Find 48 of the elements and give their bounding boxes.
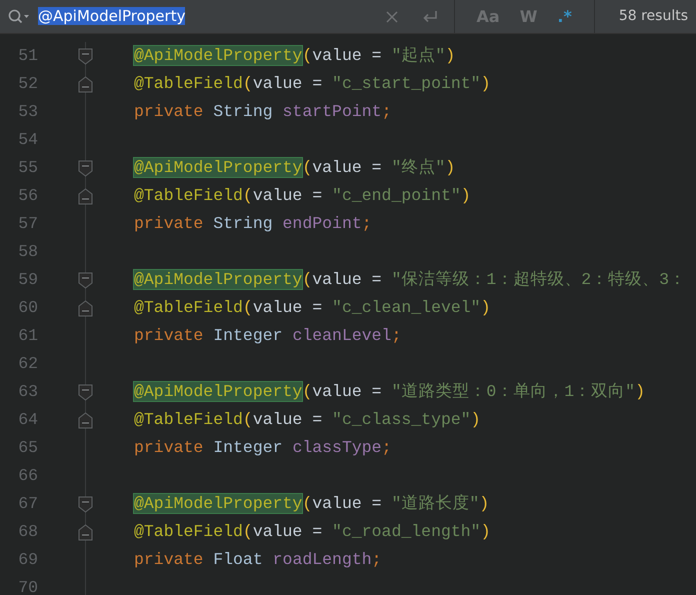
fold-icon[interactable] — [78, 384, 93, 400]
fold-icon[interactable] — [78, 496, 93, 512]
line-number: 57 — [17, 212, 38, 235]
line-number: 61 — [17, 324, 38, 347]
line-number: 59 — [17, 268, 38, 291]
line-number: 68 — [17, 520, 38, 543]
line-number: 52 — [17, 72, 38, 95]
fold-icon[interactable] — [78, 272, 93, 288]
toggle-button[interactable]: .* — [551, 4, 578, 28]
line-number: 66 — [17, 464, 38, 487]
code-line: private Integer cleanLevel; — [134, 324, 402, 347]
code-line: private Integer classType; — [134, 436, 392, 459]
line-number: 53 — [17, 100, 38, 123]
line-number: 54 — [17, 128, 38, 151]
code-line: @TableField(value = "c_road_length") — [134, 520, 490, 543]
code-line: @ApiModelProperty(value = "道路类型：0：单向，1：双向") — [134, 380, 645, 403]
line-number: 67 — [17, 492, 38, 515]
code-line: private Float roadLength; — [134, 548, 382, 571]
line-number: 51 — [17, 44, 38, 67]
line-number: 62 — [17, 352, 38, 375]
code-line: private String endPoint; — [134, 212, 372, 235]
line-number: 65 — [17, 436, 38, 459]
line-number: 56 — [17, 184, 38, 207]
line-number: 60 — [17, 296, 38, 319]
result-count: 58 results — [618, 7, 688, 26]
line-number: 55 — [17, 156, 38, 179]
fold-icon[interactable] — [78, 300, 93, 316]
line-number: 64 — [17, 408, 38, 431]
search-field[interactable]: @ApiModelProperty — [38, 5, 378, 28]
code-line: @ApiModelProperty(value = "起点") — [134, 44, 456, 67]
code-line: @TableField(value = "c_clean_level") — [134, 296, 490, 319]
code-line: private String startPoint; — [134, 100, 392, 123]
code-line: @TableField(value = "c_start_point") — [134, 72, 490, 95]
fold-icon[interactable] — [78, 524, 93, 540]
fold-icon[interactable] — [78, 76, 93, 92]
line-number: 70 — [17, 576, 38, 595]
code-line: @ApiModelProperty(value = "保洁等级：1：超特级、2：特级、3： — [134, 268, 686, 291]
code-line: @TableField(value = "c_class_type") — [134, 408, 481, 431]
code-line: @TableField(value = "c_end_point") — [134, 184, 471, 207]
fold-icon[interactable] — [78, 188, 93, 204]
line-number: 58 — [17, 240, 38, 263]
fold-icon[interactable] — [78, 48, 93, 64]
line-number: 69 — [17, 548, 38, 571]
code-line: @ApiModelProperty(value = "道路长度") — [134, 492, 490, 515]
fold-icon[interactable] — [78, 160, 93, 176]
fold-icon[interactable] — [78, 412, 93, 428]
code-line: @ApiModelProperty(value = "终点") — [134, 156, 456, 179]
line-number: 63 — [17, 380, 38, 403]
